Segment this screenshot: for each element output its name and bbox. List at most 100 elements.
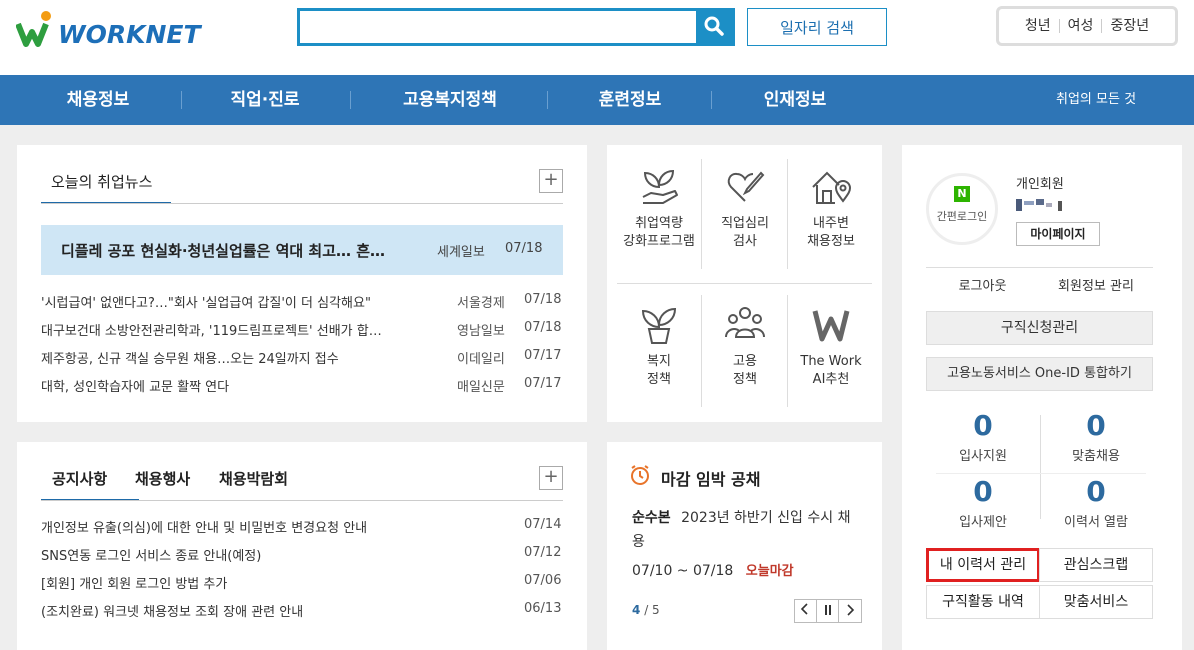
news-title: 대학, 성인학습자에 교문 활짝 연다 <box>41 380 230 395</box>
scrap-link[interactable]: 관심스크랩 <box>1039 548 1153 582</box>
nav-all-menu-link[interactable]: 취업의 모든 것 <box>1056 75 1136 125</box>
service-psych-test[interactable]: 직업심리 검사 <box>703 165 787 251</box>
count-matched-jobs-label: 맞춤채용 <box>1072 449 1120 464</box>
notice-row[interactable]: SNS연동 로그인 서비스 종료 안내(예정) 07/12 <box>41 545 563 567</box>
logout-link[interactable]: 로그아웃 <box>926 275 1039 294</box>
service-label-line2: 채용정보 <box>807 234 855 249</box>
worknet-logo[interactable]: WORKNET <box>16 10 201 50</box>
tab-recruit-events[interactable]: 채용행사 <box>135 468 190 489</box>
pager-prev-button[interactable] <box>794 599 817 623</box>
news-source: 서울경제 <box>457 296 505 311</box>
deadline-pager: 4 / 5 <box>632 603 660 617</box>
service-thework-ai[interactable]: The Work AI추천 <box>789 303 873 389</box>
news-highlight-title: 디플레 공포 현실화·청년실업률은 역대 최고… 흔… <box>61 242 386 260</box>
count-applications[interactable]: 0 <box>933 409 1033 442</box>
deadline-title: 마감 임박 공채 <box>661 470 761 489</box>
member-type: 개인회원 <box>1016 177 1064 192</box>
header: WORKNET 일자리 검색 청년 여성 중장년 <box>0 0 1194 75</box>
deadline-pager-controls <box>794 599 862 623</box>
service-label-line2: 검사 <box>733 234 757 249</box>
service-employment-policy[interactable]: 고용 정책 <box>703 303 787 389</box>
count-offers[interactable]: 0 <box>933 475 1033 508</box>
news-row[interactable]: 제주항공, 신규 객실 승무원 채용…오는 24일까지 접수 이데일리 07/1… <box>41 348 563 370</box>
search-box <box>297 8 735 46</box>
notice-date: 06/13 <box>524 601 562 616</box>
custom-service-link[interactable]: 맞춤서비스 <box>1039 585 1153 619</box>
mypage-button[interactable]: 마이페이지 <box>1016 222 1100 246</box>
news-row[interactable]: 대학, 성인학습자에 교문 활짝 연다 매일신문 07/17 <box>41 376 563 398</box>
sprout-hand-icon <box>642 169 678 204</box>
nav-item-jobs[interactable]: 채용정보 <box>48 75 148 125</box>
logo-mark-icon <box>16 11 51 47</box>
search-button[interactable] <box>696 11 732 43</box>
service-label-line1: 취업역량 <box>635 216 683 231</box>
news-highlight-source: 세계일보 <box>437 245 485 260</box>
deadline-job-title-cont: 용 <box>632 534 645 550</box>
count-matched-jobs[interactable]: 0 <box>1046 409 1146 442</box>
divider <box>701 159 702 269</box>
target-women-link[interactable]: 여성 <box>1058 19 1102 33</box>
pause-icon <box>824 605 831 615</box>
news-source: 매일신문 <box>457 380 505 395</box>
pager-next-button[interactable] <box>839 599 862 623</box>
service-label-line2: 강화프로그램 <box>623 234 695 249</box>
news-source: 이데일리 <box>457 352 505 367</box>
login-type-badge: N 간편로그인 <box>926 173 998 245</box>
notice-title: [회원] 개인 회원 로그인 방법 추가 <box>41 577 228 592</box>
service-employment-program[interactable]: 취업역량 강화프로그램 <box>617 165 701 251</box>
news-title: 대구보건대 소방안전관리학과, '119드림프로젝트' 선배가 합… <box>41 324 382 339</box>
service-nearby-jobs[interactable]: 내주변 채용정보 <box>789 165 873 251</box>
notice-row[interactable]: 개인정보 유출(의심)에 대한 안내 및 비밀번호 변경요청 안내 07/14 <box>41 517 563 539</box>
deadline-period: 07/10 ~ 07/18 <box>632 563 734 579</box>
count-applications-label: 입사지원 <box>959 449 1007 464</box>
service-welfare-policy[interactable]: 복지 정책 <box>617 303 701 389</box>
divider <box>787 159 788 269</box>
nav-item-career[interactable]: 직업·진로 <box>205 75 325 125</box>
alarm-clock-icon <box>631 465 649 485</box>
chevron-right-icon <box>847 604 855 616</box>
count-resume-views[interactable]: 0 <box>1046 475 1146 508</box>
service-label-line2: 정책 <box>733 372 757 387</box>
target-youth-link[interactable]: 청년 <box>1017 19 1059 33</box>
nav-item-training[interactable]: 훈련정보 <box>575 75 685 125</box>
divider <box>701 295 702 407</box>
divider <box>41 203 563 204</box>
deadline-period-row: 07/10 ~ 07/18 오늘마감 <box>632 560 794 579</box>
target-middle-aged-link[interactable]: 중장년 <box>1101 19 1157 33</box>
logo-text: WORKNET <box>58 20 201 49</box>
deadline-job-link[interactable]: 순수본 2023년 하반기 신입 수시 채 용 <box>632 506 862 554</box>
search-input[interactable] <box>300 11 698 43</box>
naver-icon: N <box>954 186 970 202</box>
tab-job-fairs[interactable]: 채용박람회 <box>219 468 288 489</box>
deadline-company: 순수본 <box>632 510 671 526</box>
nav-item-welfare-policy[interactable]: 고용복지정책 <box>380 75 520 125</box>
news-date: 07/18 <box>524 320 562 335</box>
my-resume-link[interactable]: 내 이력서 관리 <box>926 548 1040 582</box>
news-more-button[interactable]: + <box>539 169 563 193</box>
nav-divider <box>181 91 182 109</box>
services-panel: 취업역량 강화프로그램 직업심리 검사 내주변 채용정보 복지 정책 고용 정책… <box>607 145 882 422</box>
deadline-job-title: 2023년 하반기 신입 수시 채 <box>681 510 851 526</box>
job-request-button[interactable]: 구직신청관리 <box>926 311 1153 345</box>
pager-pause-button[interactable] <box>816 599 840 623</box>
tab-today-news[interactable]: 오늘의 취업뉴스 <box>41 171 171 204</box>
notice-row[interactable]: [회원] 개인 회원 로그인 방법 추가 07/06 <box>41 573 563 595</box>
job-activity-link[interactable]: 구직활동 내역 <box>926 585 1040 619</box>
news-row[interactable]: '시럽급여' 없앤다고?…"회사 '실업급여 갑질'이 더 심각해요" 서울경제… <box>41 292 563 314</box>
service-label-line1: 고용 <box>733 354 757 369</box>
job-search-button[interactable]: 일자리 검색 <box>747 8 887 46</box>
one-id-button[interactable]: 고용노동서비스 One-ID 통합하기 <box>926 357 1153 391</box>
nav-item-talent[interactable]: 인재정보 <box>740 75 850 125</box>
notice-more-button[interactable]: + <box>539 466 563 490</box>
pager-total: / 5 <box>644 603 660 617</box>
member-info-link[interactable]: 회원정보 관리 <box>1039 275 1153 294</box>
house-location-icon <box>812 171 852 204</box>
notice-row[interactable]: (조치완료) 워크넷 채용정보 조회 장애 관련 안내 06/13 <box>41 601 563 623</box>
news-highlight[interactable]: 디플레 공포 현실화·청년실업률은 역대 최고… 흔… 세계일보 07/18 <box>41 225 563 275</box>
news-row[interactable]: 대구보건대 소방안전관리학과, '119드림프로젝트' 선배가 합… 영남일보 … <box>41 320 563 342</box>
tab-notice[interactable]: 공지사항 <box>41 468 139 501</box>
notice-panel: 공지사항 채용행사 채용박람회 + 개인정보 유출(의심)에 대한 안내 및 비… <box>17 442 587 650</box>
service-label-line1: 복지 <box>647 354 671 369</box>
news-source: 영남일보 <box>457 324 505 339</box>
notice-date: 07/14 <box>524 517 562 532</box>
